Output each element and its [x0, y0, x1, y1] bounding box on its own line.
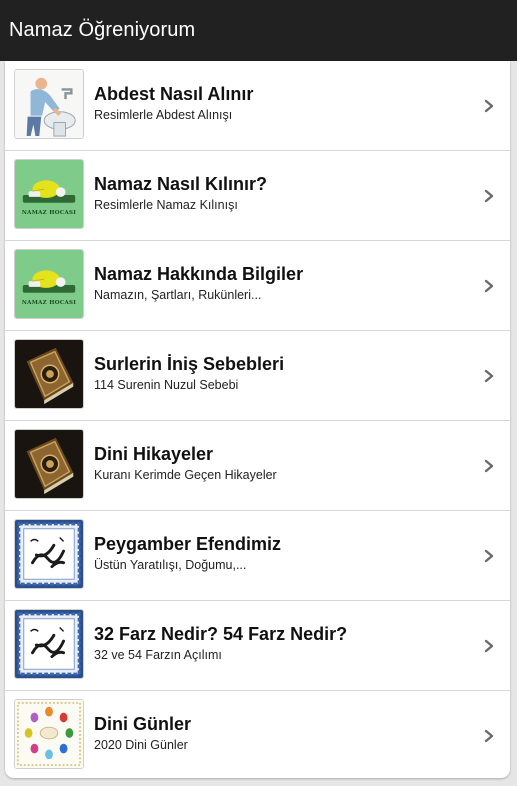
chevron-right-icon [482, 729, 496, 743]
calligraphy-image [14, 609, 84, 679]
item-subtitle: Resimlerle Namaz Kılınışı [94, 198, 238, 212]
item-title: Peygamber Efendimiz [94, 534, 282, 554]
app-bar: Namaz Öğreniyorum [0, 0, 517, 61]
list-item-surlerin-inis[interactable]: Surlerin İniş Sebebleri 114 Surenin Nuzu… [5, 331, 510, 421]
item-title: Namaz Nasıl Kılınır? [94, 174, 268, 194]
item-subtitle: Kuranı Kerimde Geçen Hikayeler [94, 468, 277, 482]
colorful-eggs-image [14, 699, 84, 769]
chevron-right-icon [482, 549, 496, 563]
item-title: Namaz Hakkında Bilgiler [94, 264, 304, 284]
chevron-right-icon [482, 279, 496, 293]
chevron-right-icon [482, 459, 496, 473]
menu-list: Abdest Nasıl Alınır Resimlerle Abdest Al… [5, 61, 510, 778]
list-item-abdest[interactable]: Abdest Nasıl Alınır Resimlerle Abdest Al… [5, 61, 510, 151]
list-item-namaz-nasil[interactable]: NAMAZ HOCASI Namaz Nasıl Kılınır? Resiml… [5, 151, 510, 241]
list-item-peygamber[interactable]: Peygamber Efendimiz Üstün Yaratılışı, Do… [5, 511, 510, 601]
ablution-image [14, 69, 84, 139]
item-subtitle: Resimlerle Abdest Alınışı [94, 108, 233, 122]
quran-book-image [14, 339, 84, 409]
item-title: Abdest Nasıl Alınır [94, 84, 254, 104]
item-subtitle: 32 ve 54 Farzın Açılımı [94, 648, 222, 662]
list-item-namaz-bilgiler[interactable]: NAMAZ HOCASI Namaz Hakkında Bilgiler Nam… [5, 241, 510, 331]
item-title: Surlerin İniş Sebebleri [94, 354, 285, 374]
quran-book-image [14, 429, 84, 499]
chevron-right-icon [482, 369, 496, 383]
chevron-right-icon [482, 639, 496, 653]
list-item-dini-hikayeler[interactable]: Dini Hikayeler Kuranı Kerimde Geçen Hika… [5, 421, 510, 511]
item-title: Dini Hikayeler [94, 444, 214, 464]
item-subtitle: 2020 Dini Günler [94, 738, 188, 752]
icon-caption: NAMAZ HOCASI [21, 300, 77, 306]
praying-man-image: NAMAZ HOCASI [14, 249, 84, 319]
item-title: Dini Günler [94, 714, 192, 734]
calligraphy-image [14, 519, 84, 589]
praying-man-image: NAMAZ HOCASI [14, 159, 84, 229]
item-title: 32 Farz Nedir? 54 Farz Nedir? [94, 624, 348, 644]
icon-caption: NAMAZ HOCASI [21, 210, 77, 216]
list-item-dini-gunler[interactable]: Dini Günler 2020 Dini Günler [5, 691, 510, 778]
chevron-right-icon [482, 99, 496, 113]
item-subtitle: 114 Surenin Nuzul Sebebi [94, 378, 239, 392]
chevron-right-icon [482, 189, 496, 203]
list-item-farz[interactable]: 32 Farz Nedir? 54 Farz Nedir? 32 ve 54 F… [5, 601, 510, 691]
app-title: Namaz Öğreniyorum [9, 19, 196, 41]
item-subtitle: Namazın, Şartları, Rukünleri... [94, 288, 262, 302]
item-subtitle: Üstün Yaratılışı, Doğumu,... [94, 558, 247, 572]
